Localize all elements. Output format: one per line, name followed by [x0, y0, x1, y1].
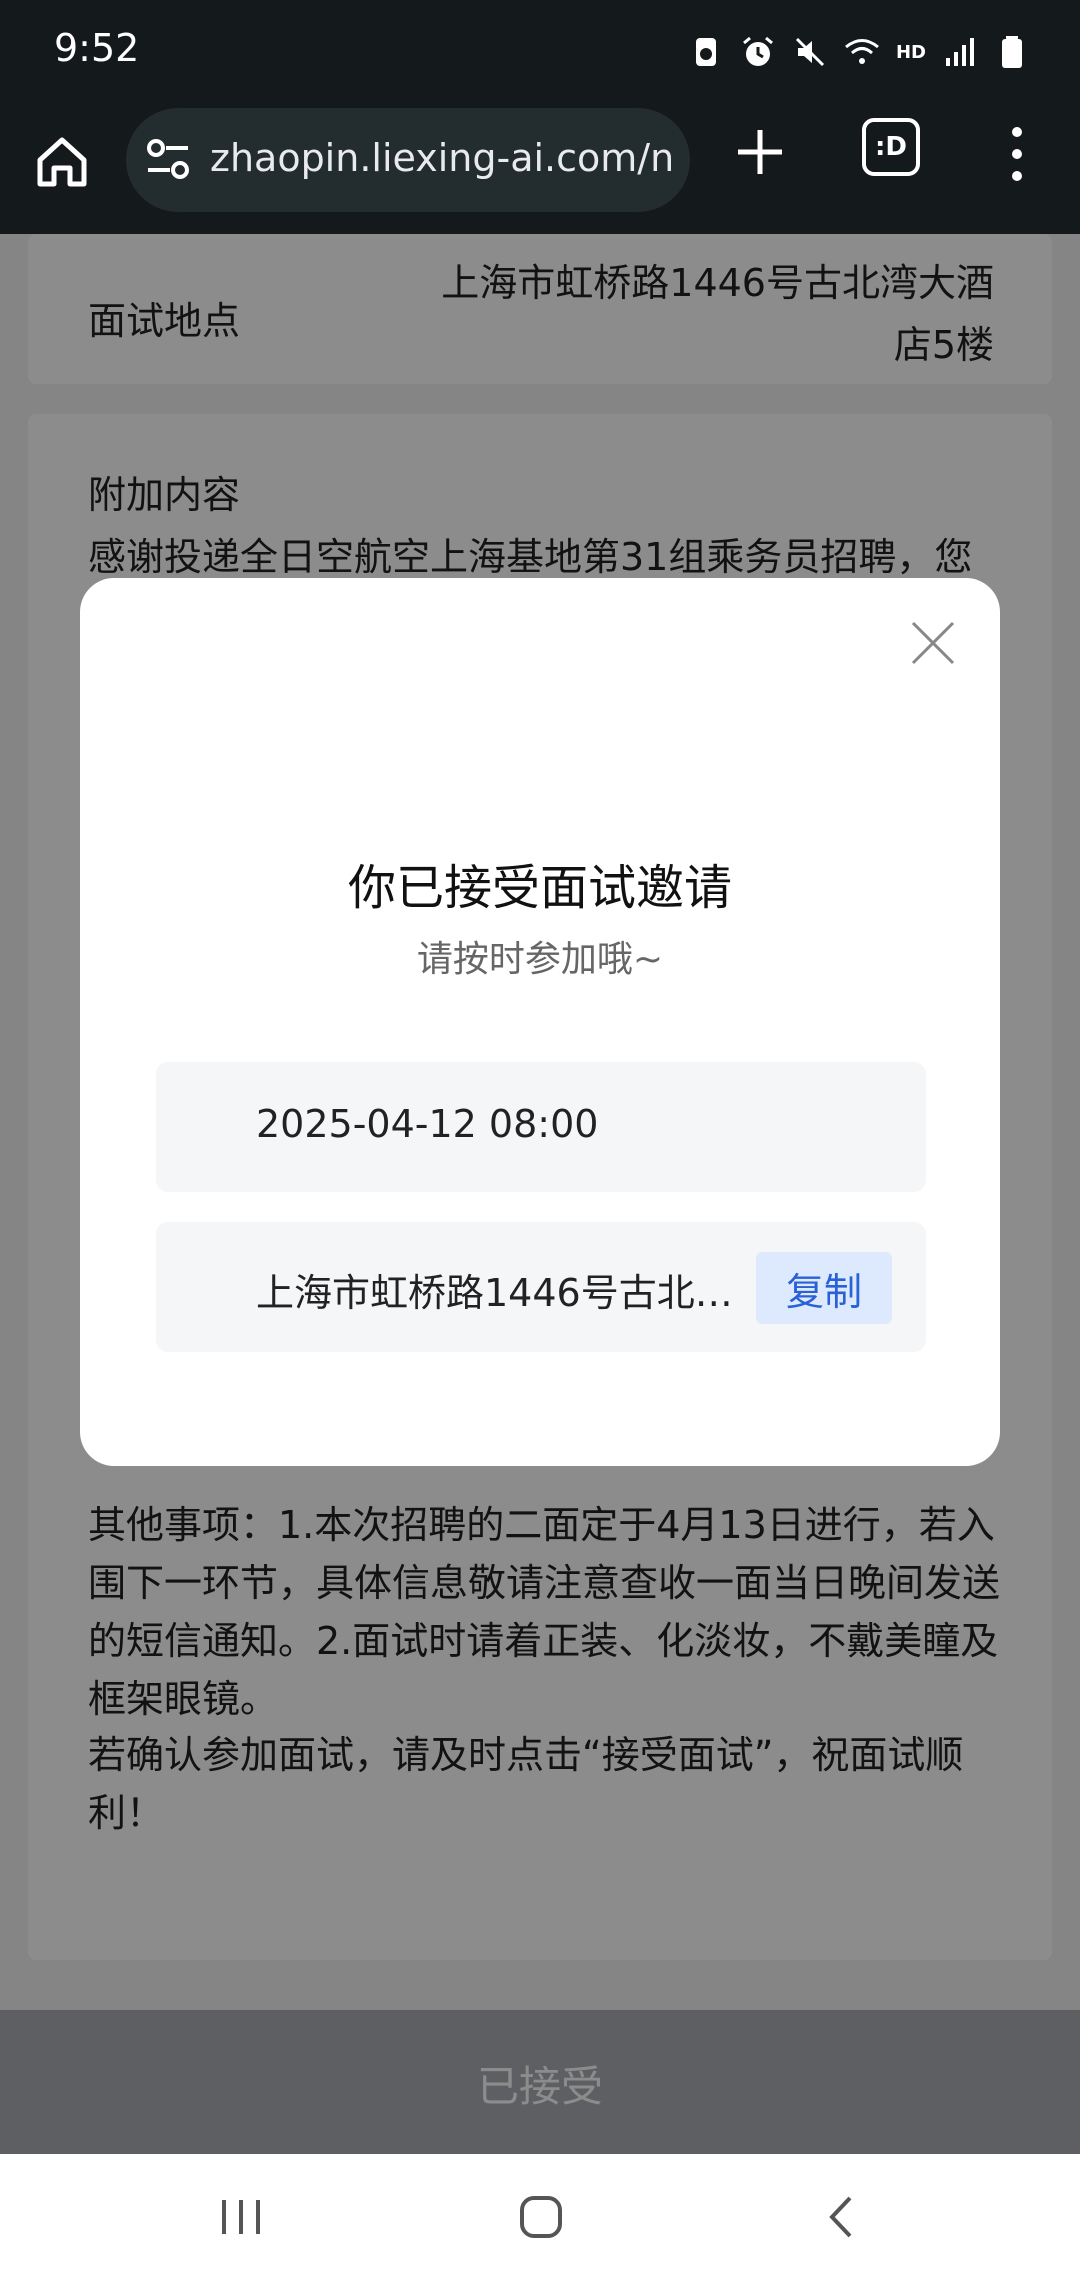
site-settings-icon[interactable]	[146, 138, 192, 182]
url-text: zhaopin.liexing-ai.com/n	[210, 136, 675, 180]
hd-icon: HD	[895, 41, 926, 63]
new-tab-icon[interactable]	[730, 122, 790, 182]
more-menu-icon[interactable]	[1000, 122, 1034, 186]
status-icons: HD	[688, 30, 1030, 74]
status-bar: 9:52 HD	[0, 0, 1080, 100]
address-bar[interactable]: zhaopin.liexing-ai.com/n	[126, 108, 690, 212]
system-nav-bar	[0, 2154, 1080, 2280]
interview-address-row: 上海市虹桥路1446号古北湾大酒店5楼 复制	[156, 1222, 926, 1352]
accepted-dialog: 你已接受面试邀请 请按时参加哦~ 2025-04-12 08:00 上海市虹桥路…	[80, 578, 1000, 1466]
dialog-subtitle: 请按时参加哦~	[416, 939, 664, 980]
home-icon[interactable]	[30, 130, 94, 194]
interview-datetime: 2025-04-12 08:00	[256, 1102, 599, 1146]
signal-icon	[946, 38, 974, 66]
interview-address: 上海市虹桥路1446号古北湾大酒店5楼	[256, 1271, 746, 1315]
status-time: 9:52	[54, 26, 140, 70]
home-nav-icon[interactable]	[516, 2192, 566, 2242]
back-icon[interactable]	[818, 2192, 868, 2242]
recents-icon[interactable]	[216, 2192, 266, 2242]
wifi-icon	[845, 39, 879, 64]
close-icon[interactable]	[910, 620, 956, 666]
recycle-icon	[695, 38, 716, 66]
browser-toolbar: zhaopin.liexing-ai.com/n :D	[0, 100, 1080, 234]
dialog-title: 你已接受面试邀请	[347, 860, 732, 916]
tab-switcher-button[interactable]: :D	[862, 118, 920, 176]
copy-button[interactable]: 复制	[756, 1252, 892, 1324]
interview-time-row: 2025-04-12 08:00	[156, 1062, 926, 1192]
mute-icon	[795, 37, 825, 67]
battery-icon	[1002, 36, 1022, 68]
alarm-icon	[743, 36, 773, 66]
